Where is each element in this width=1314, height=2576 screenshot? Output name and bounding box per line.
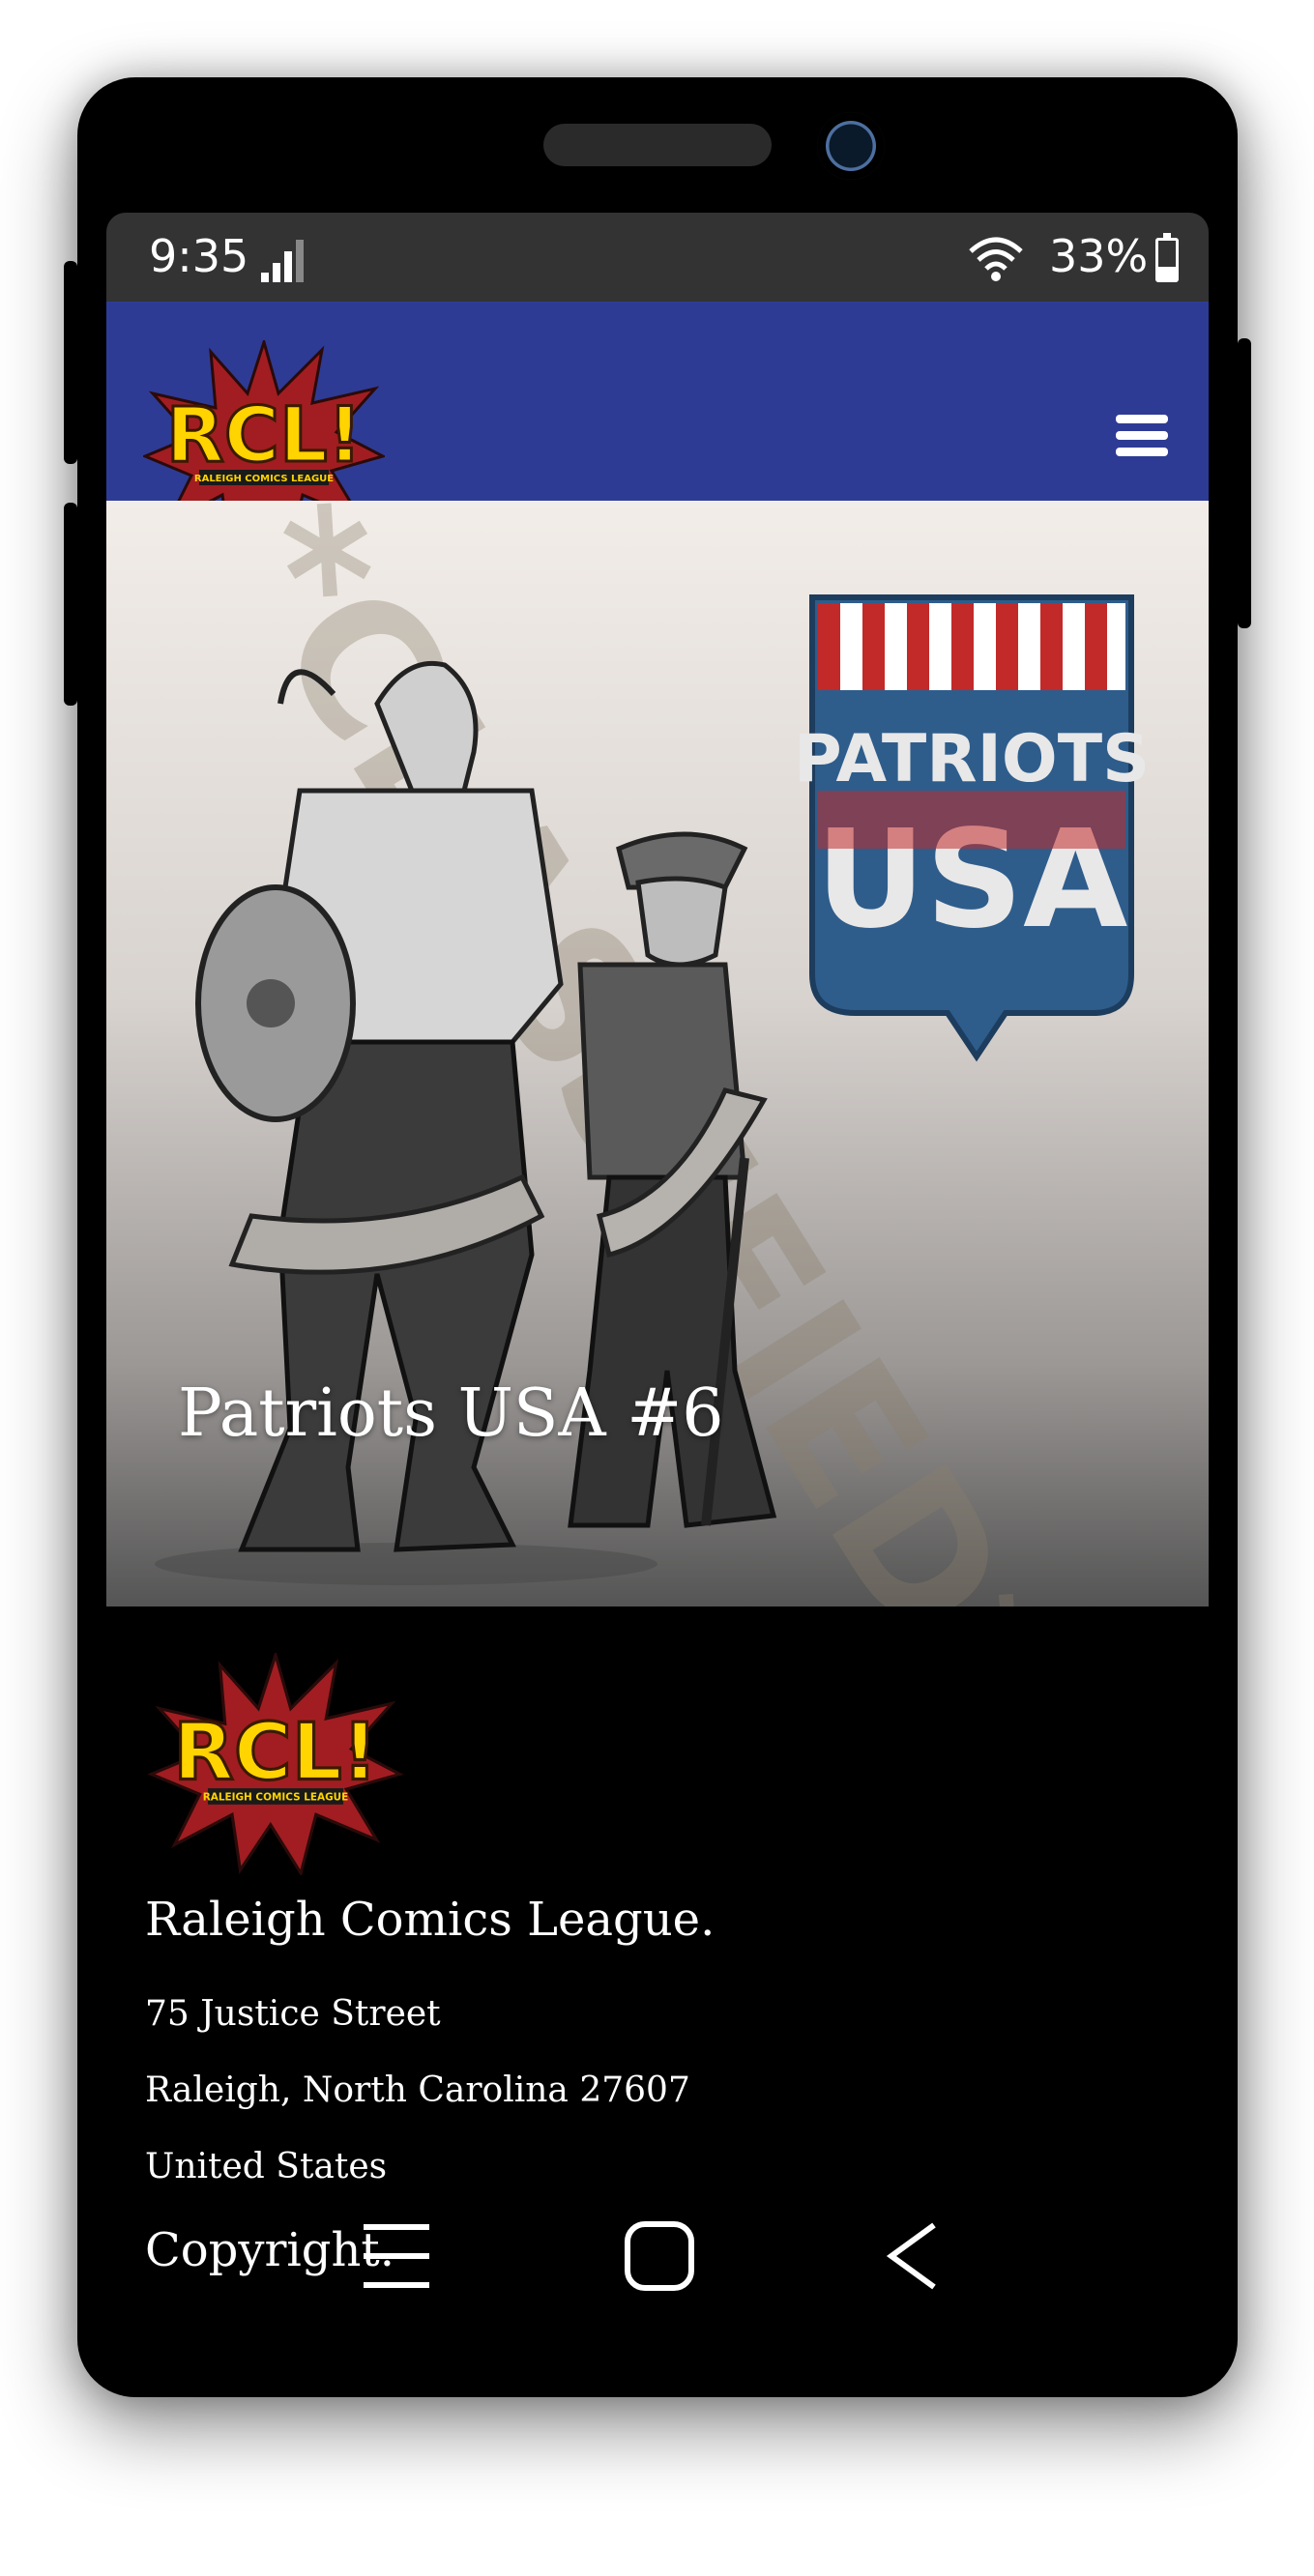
- earpiece-speaker: [543, 124, 772, 166]
- front-camera: [817, 112, 885, 180]
- footer-org-name: Raleigh Comics League.: [145, 1893, 715, 1947]
- battery-level: [1158, 266, 1176, 279]
- back-icon[interactable]: [880, 2219, 953, 2293]
- logo-subtext: RALEIGH COMICS LEAGUE: [194, 474, 334, 484]
- battery-percent: 33%: [1049, 230, 1149, 282]
- screen: 9:35 33% RCL! RALEIGH COMICS LEAGUE PATR…: [106, 213, 1209, 2320]
- hamburger-menu-icon[interactable]: [1116, 415, 1168, 457]
- recent-apps-icon[interactable]: [360, 2219, 433, 2293]
- address-line-3: United States: [145, 2147, 388, 2186]
- cellular-signal-icon: [261, 240, 304, 282]
- battery-icon: [1155, 233, 1179, 282]
- footer-logo-subtext: RALEIGH COMICS LEAGUE: [203, 1792, 349, 1804]
- hero-title[interactable]: Patriots USA #6: [178, 1375, 723, 1452]
- hero-banner[interactable]: *CLASSIFIED*: [106, 501, 1209, 1606]
- footer-logo-text: RCL!: [173, 1707, 378, 1799]
- patriots-usa-badge: PATRIOTS USA: [794, 594, 1150, 1062]
- phone-frame: 9:35 33% RCL! RALEIGH COMICS LEAGUE PATR…: [64, 77, 1251, 2397]
- power-button: [1238, 338, 1251, 628]
- address-line-2: Raleigh, North Carolina 27607: [145, 2070, 690, 2110]
- home-icon[interactable]: [623, 2219, 696, 2293]
- system-nav-bar: [106, 2185, 1209, 2301]
- badge-text-patriots: PATRIOTS: [794, 721, 1150, 797]
- status-time: 9:35: [149, 230, 249, 282]
- address-line-1: 75 Justice Street: [145, 1994, 441, 2034]
- volume-down-button: [64, 503, 77, 706]
- site-header: RCL! RALEIGH COMICS LEAGUE: [106, 302, 1209, 553]
- logo-text: RCL!: [166, 392, 363, 479]
- volume-up-button: [64, 261, 77, 464]
- status-bar: 9:35 33%: [106, 213, 1209, 302]
- footer-rcl-logo[interactable]: RCL! RALEIGH COMICS LEAGUE: [145, 1653, 406, 1875]
- wifi-icon: [969, 237, 1023, 281]
